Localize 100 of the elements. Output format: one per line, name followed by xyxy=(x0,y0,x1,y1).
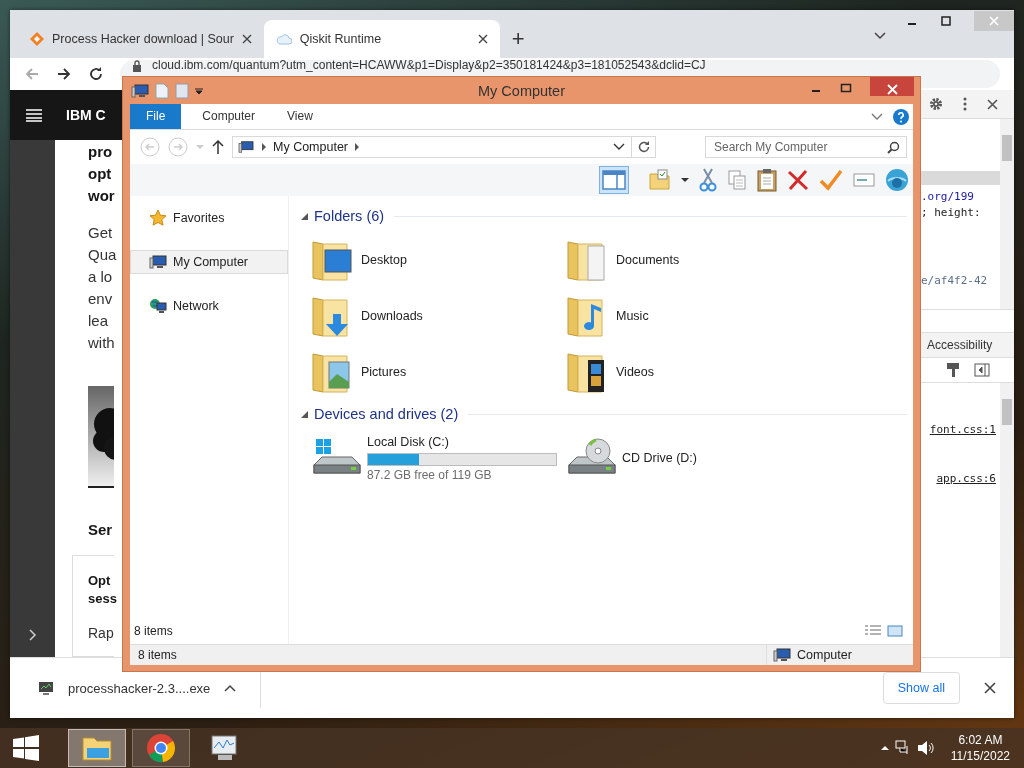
nav-item[interactable]: Network xyxy=(130,294,288,318)
stylesheet-link[interactable]: app.css:6 xyxy=(936,472,996,485)
download-file-name[interactable]: processhacker-2.3....exe xyxy=(68,680,211,696)
close-icon[interactable] xyxy=(984,682,996,694)
folder-icon xyxy=(81,734,113,762)
intro-text: pro xyxy=(88,142,114,162)
refresh-button[interactable] xyxy=(632,136,656,158)
close-icon[interactable] xyxy=(477,34,488,44)
explorer-item[interactable]: Documents xyxy=(566,232,821,288)
brand-name: IBM C xyxy=(66,107,106,123)
group-header[interactable]: Folders (6) xyxy=(314,208,385,224)
card-text: Rap xyxy=(88,624,114,643)
section-heading: Ser xyxy=(88,521,114,538)
scrollbar[interactable] xyxy=(1000,119,1014,309)
settings-icon[interactable] xyxy=(929,97,943,111)
taskbar-app[interactable] xyxy=(132,729,190,767)
cloud-icon xyxy=(275,33,292,45)
scrollbar[interactable] xyxy=(1000,383,1014,657)
new-tab-button[interactable]: + xyxy=(499,28,537,58)
intro-text: opt xyxy=(88,164,113,184)
code-line: ; height: xyxy=(921,205,982,221)
browser-tab[interactable]: Process Hacker download | Sour xyxy=(18,20,264,58)
clock-date[interactable]: 11/15/2022 xyxy=(950,748,1010,764)
monitor-icon xyxy=(210,734,240,762)
menu-icon[interactable] xyxy=(26,108,42,122)
up-arrow-icon[interactable] xyxy=(212,140,224,154)
show-all-button[interactable]: Show all xyxy=(882,672,960,704)
computer-icon xyxy=(773,647,791,663)
ribbon-tab[interactable]: View xyxy=(276,104,324,129)
start-button[interactable] xyxy=(12,734,40,762)
paragraph-text: Get xyxy=(88,223,114,243)
computer-icon xyxy=(237,140,255,154)
explorer-item[interactable]: Videos xyxy=(566,344,821,400)
clipboard-icon[interactable] xyxy=(757,168,777,192)
checkmark-icon[interactable] xyxy=(819,169,843,191)
computer-icon[interactable] xyxy=(131,82,149,99)
nav-item[interactable]: Favorites xyxy=(130,206,288,230)
explorer-item[interactable]: Desktop xyxy=(311,232,566,288)
scroll-thumb[interactable] xyxy=(1002,399,1012,425)
caret-down-icon[interactable] xyxy=(681,177,689,183)
network-icon[interactable] xyxy=(894,740,911,756)
chevron-right-icon[interactable] xyxy=(354,143,361,151)
code-line: e/af4f2-42 xyxy=(921,273,989,289)
explorer-item[interactable]: CD Drive (D:) xyxy=(566,430,821,486)
scissors-icon[interactable] xyxy=(699,168,717,192)
speaker-icon[interactable] xyxy=(916,740,935,756)
explorer-item[interactable]: Local Disk (C:) 87.2 GB free of 119 GB xyxy=(311,430,566,486)
folder-check-icon[interactable] xyxy=(649,169,671,191)
maximize-icon[interactable] xyxy=(840,83,852,93)
diamond-icon xyxy=(30,32,44,46)
delete-icon[interactable] xyxy=(787,169,809,191)
collapse-icon[interactable] xyxy=(301,410,308,418)
close-button[interactable] xyxy=(870,77,914,96)
monitor-icon xyxy=(38,680,54,696)
status-item-count: 8 items xyxy=(138,648,177,662)
item-count: 8 items xyxy=(134,624,173,638)
browser-tab[interactable]: Qiskit Runtime xyxy=(263,20,500,58)
intro-text: wor xyxy=(88,186,114,206)
network-icon xyxy=(149,298,167,314)
star-icon xyxy=(149,209,167,227)
computer-icon xyxy=(149,254,167,270)
help-icon[interactable] xyxy=(893,108,909,125)
more-icon[interactable] xyxy=(963,97,967,111)
refresh-icon[interactable] xyxy=(636,140,651,154)
dropdown-icon[interactable] xyxy=(195,86,203,95)
group-header[interactable]: Devices and drives (2) xyxy=(314,406,459,422)
card-title: Opt xyxy=(88,572,112,590)
reload-icon[interactable] xyxy=(88,66,104,82)
clock-time[interactable]: 6:02 AM xyxy=(958,732,1003,748)
chevron-down-icon[interactable] xyxy=(613,143,625,151)
browser-icon xyxy=(146,733,176,763)
explorer-item[interactable]: Pictures xyxy=(311,344,566,400)
address-field[interactable]: My Computer xyxy=(232,136,632,158)
sidebar-toggle-icon[interactable] xyxy=(974,363,990,377)
lock-icon xyxy=(132,60,142,72)
ribbon-tab[interactable]: File xyxy=(130,104,182,129)
collapse-icon[interactable] xyxy=(301,212,308,220)
paragraph-text: env xyxy=(88,289,114,309)
chevron-right-icon[interactable] xyxy=(28,629,37,641)
rename-icon[interactable] xyxy=(853,171,875,189)
paragraph-text: with xyxy=(88,333,114,353)
chevron-down-icon[interactable] xyxy=(874,32,886,40)
ribbon-tab[interactable]: Computer xyxy=(191,104,267,129)
close-icon[interactable] xyxy=(241,34,252,44)
caret-up-icon[interactable] xyxy=(224,684,237,692)
search-field[interactable]: Search My Computer xyxy=(705,136,907,158)
close-icon[interactable] xyxy=(987,98,998,110)
nav-item[interactable]: My Computer xyxy=(130,250,288,274)
stylesheet-link[interactable]: font.css:1 xyxy=(929,423,996,436)
maximize-icon[interactable] xyxy=(940,15,952,27)
code-line: .org/199 xyxy=(921,189,975,205)
explorer-item[interactable]: Music xyxy=(566,288,821,344)
chevron-right-icon[interactable] xyxy=(261,143,267,151)
caret-up-icon[interactable] xyxy=(880,745,889,751)
scroll-thumb[interactable] xyxy=(1002,135,1012,161)
paragraph-text: a lo xyxy=(88,267,114,287)
search-icon[interactable] xyxy=(887,141,900,154)
forward-icon[interactable] xyxy=(56,66,72,82)
paragraph-text: lea xyxy=(88,311,110,331)
explorer-item[interactable]: Downloads xyxy=(311,288,566,344)
